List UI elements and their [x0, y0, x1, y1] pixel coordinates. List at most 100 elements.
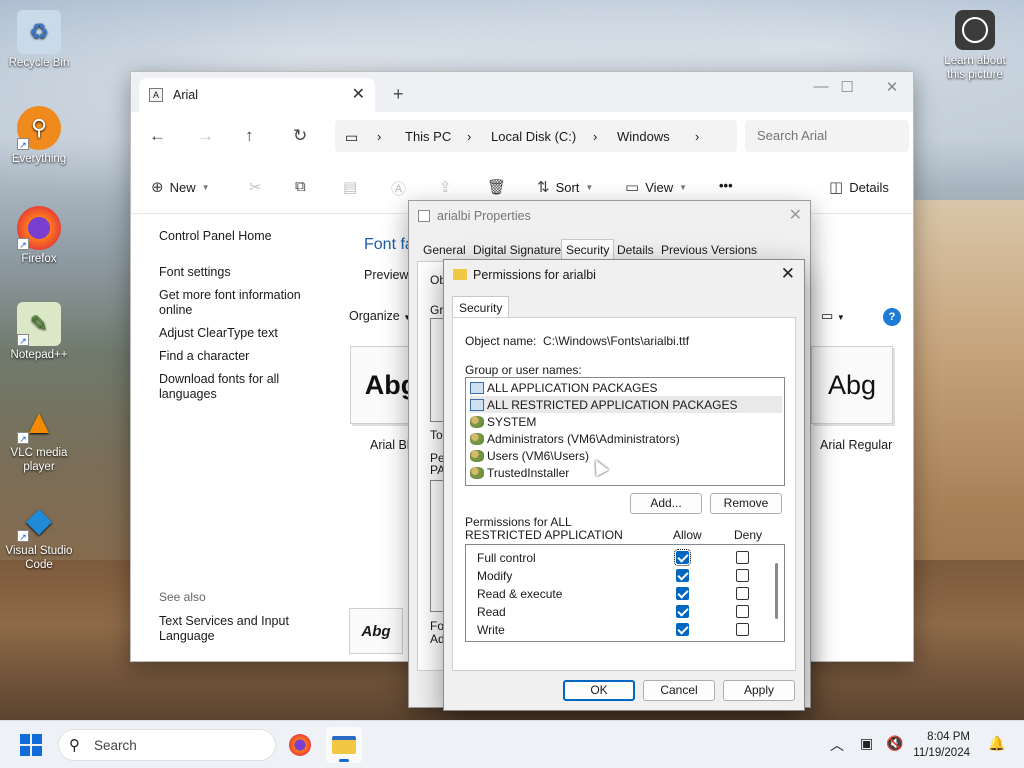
delete-button[interactable]: 🗑 — [487, 178, 506, 196]
apply-button[interactable]: Apply — [723, 680, 795, 701]
cut-button[interactable]: ✂ — [249, 178, 262, 196]
deny-checkbox[interactable] — [736, 605, 749, 618]
tab-general[interactable]: General — [423, 243, 466, 257]
shortcut-arrow-icon: ↗ — [17, 530, 29, 542]
share-button[interactable]: ⇪ — [439, 178, 452, 196]
plus-circle-icon: ⊕ — [151, 179, 164, 196]
font-tile-arial-regular[interactable]: Abg — [811, 346, 893, 424]
desktop-icon-recycle-bin[interactable]: ♻ Recycle Bin — [4, 10, 74, 70]
volume-muted-icon[interactable]: 🔇 — [886, 735, 903, 752]
sort-button[interactable]: ⇅ Sort ▼ — [537, 178, 593, 196]
list-item[interactable]: ALL APPLICATION PACKAGES — [470, 379, 782, 396]
preview-text: Preview, — [364, 268, 412, 282]
camera-lens-icon — [955, 10, 995, 50]
view-mode-button[interactable]: ▭ ▼ — [821, 308, 845, 324]
new-tab-button[interactable]: + — [393, 84, 404, 105]
learn-about-picture[interactable]: Learn about this picture — [936, 10, 1014, 82]
back-arrow-icon[interactable]: ← — [149, 126, 166, 146]
network-icon[interactable]: ▣ — [860, 735, 873, 752]
refresh-icon[interactable]: ↻ — [293, 126, 307, 146]
tab-security[interactable]: Security — [452, 296, 510, 319]
tab-arial[interactable]: A Arial ✕ — [139, 78, 375, 112]
taskbar-file-explorer[interactable] — [326, 727, 362, 763]
permissions-scrollbar[interactable] — [775, 563, 778, 619]
download-fonts-link[interactable]: Download fonts for all languages — [159, 372, 329, 402]
more-font-info-link[interactable]: Get more font information online — [159, 288, 329, 318]
minimize-button[interactable]: — — [807, 78, 835, 95]
allow-checkbox[interactable] — [676, 623, 689, 636]
cleartype-link[interactable]: Adjust ClearType text — [159, 326, 329, 341]
rename-button[interactable]: Ⓐ — [391, 178, 406, 199]
learn-label: Learn about this picture — [944, 55, 1006, 81]
deny-checkbox[interactable] — [736, 587, 749, 600]
help-icon[interactable]: ? — [883, 308, 901, 326]
chevron-down-icon: ▼ — [836, 313, 845, 322]
start-button[interactable] — [20, 734, 42, 756]
user-list[interactable]: ALL APPLICATION PACKAGES ALL RESTRICTED … — [465, 377, 785, 486]
deny-header: Deny — [734, 528, 763, 542]
desktop-icon-notepadpp[interactable]: ✎ ↗ Notepad++ — [4, 302, 74, 362]
breadcrumb-windows[interactable]: Windows — [617, 129, 670, 144]
list-item[interactable]: SYSTEM — [470, 413, 782, 430]
up-arrow-icon[interactable]: ↑ — [245, 126, 254, 146]
search-box[interactable] — [745, 120, 909, 152]
permissions-list[interactable]: Full control Modify Read & execute Read … — [465, 544, 785, 642]
close-window-button[interactable]: ✕ — [878, 78, 906, 96]
allow-checkbox[interactable] — [676, 605, 689, 618]
forward-arrow-icon[interactable]: → — [197, 126, 214, 146]
new-button[interactable]: ⊕ New ▼ — [151, 178, 210, 196]
users-group-icon — [470, 449, 484, 462]
close-icon[interactable]: ✕ — [781, 264, 795, 284]
users-group-icon — [470, 466, 484, 479]
desktop-icon-vscode[interactable]: ◆ ↗ Visual Studio Code — [4, 498, 74, 572]
share-icon: ⇪ — [439, 179, 452, 196]
desktop-icon-firefox[interactable]: ↗ Firefox — [4, 206, 74, 266]
details-button[interactable]: ◫ Details — [829, 178, 889, 196]
text-services-link[interactable]: Text Services and Input Language — [159, 614, 329, 644]
desktop-icon-everything[interactable]: ⚲ ↗ Everything — [4, 106, 74, 166]
bell-icon[interactable]: 🔔 — [988, 735, 1005, 752]
allow-checkbox[interactable] — [674, 549, 691, 566]
add-button[interactable]: Add... — [630, 493, 702, 514]
find-character-link[interactable]: Find a character — [159, 349, 329, 364]
maximize-button[interactable]: ☐ — [833, 78, 861, 96]
more-options-button[interactable]: ••• — [719, 178, 733, 193]
ok-button[interactable]: OK — [563, 680, 635, 701]
taskbar-search[interactable]: ⚲ Search — [58, 729, 276, 761]
list-item-selected[interactable]: ALL RESTRICTED APPLICATION PACKAGES — [470, 396, 782, 413]
allow-checkbox[interactable] — [676, 569, 689, 582]
copy-button[interactable]: ⧉ — [295, 178, 306, 195]
tab-digital-signatures[interactable]: Digital Signatures — [473, 243, 567, 257]
list-item[interactable]: TrustedInstaller — [470, 464, 782, 481]
tab-close-icon[interactable]: ✕ — [352, 84, 365, 104]
desktop-icon-label: Notepad++ — [10, 349, 68, 361]
close-icon[interactable]: ✕ — [789, 205, 802, 225]
control-panel-home-link[interactable]: Control Panel Home — [159, 229, 329, 244]
deny-checkbox[interactable] — [736, 623, 749, 636]
clipboard-icon: ▤ — [343, 179, 358, 196]
list-item[interactable]: Administrators (VM6\Administrators) — [470, 430, 782, 447]
remove-button[interactable]: Remove — [710, 493, 782, 514]
search-input[interactable] — [757, 128, 897, 143]
desktop-icon-label: Firefox — [21, 253, 57, 265]
taskbar-firefox[interactable] — [282, 727, 318, 763]
desktop-icon-vlc[interactable]: ▲ ↗ VLC media player — [4, 400, 74, 474]
object-name-label: Object name: — [465, 334, 537, 348]
deny-checkbox[interactable] — [736, 551, 749, 564]
breadcrumb-this-pc[interactable]: This PC — [405, 129, 451, 144]
organize-button[interactable]: Organize ▼ — [349, 309, 411, 323]
tab-details[interactable]: Details — [617, 243, 654, 257]
clock[interactable]: 8:04 PM 11/19/2024 — [912, 729, 970, 761]
paste-button[interactable]: ▤ — [343, 178, 357, 196]
breadcrumb-local-disk[interactable]: Local Disk (C:) — [491, 129, 576, 144]
deny-checkbox[interactable] — [736, 569, 749, 582]
breadcrumb[interactable]: ▭ › This PC › Local Disk (C:) › Windows … — [335, 120, 737, 152]
font-settings-link[interactable]: Font settings — [159, 265, 329, 280]
tab-previous-versions[interactable]: Previous Versions — [661, 243, 757, 257]
list-item[interactable]: Users (VM6\Users) — [470, 447, 782, 464]
allow-checkbox[interactable] — [676, 587, 689, 600]
cancel-button[interactable]: Cancel — [643, 680, 715, 701]
see-also-heading: See also — [159, 590, 206, 604]
view-button[interactable]: ▭ View ▼ — [625, 178, 687, 196]
chevron-up-icon[interactable]: ︿ — [830, 735, 844, 755]
